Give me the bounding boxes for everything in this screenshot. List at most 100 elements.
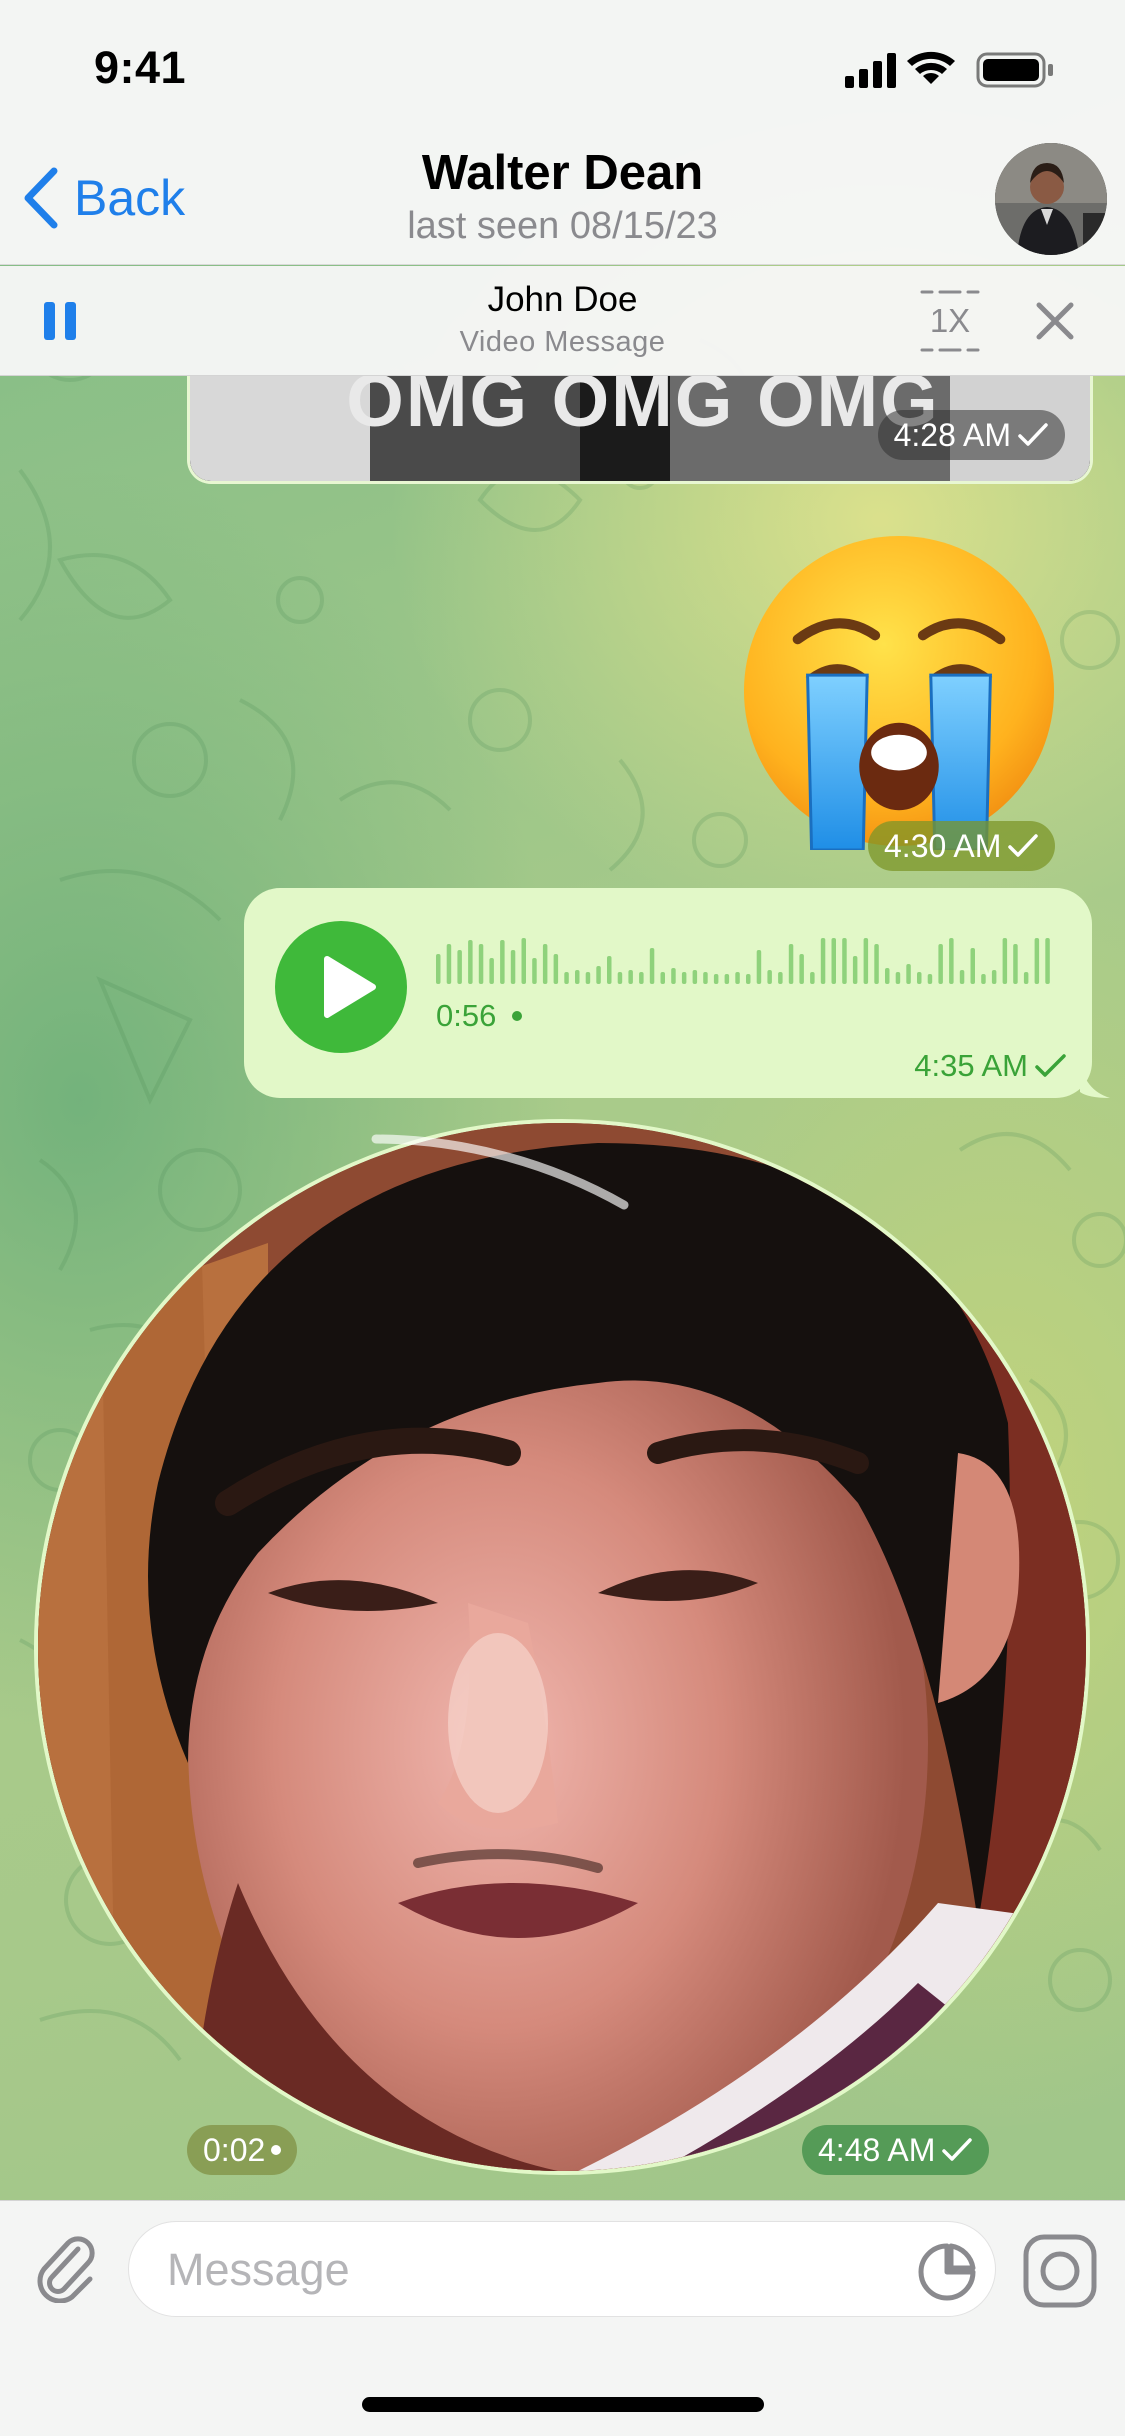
waveform-bar bbox=[981, 974, 986, 984]
signal-icon bbox=[845, 53, 896, 88]
waveform-bar bbox=[649, 948, 655, 984]
waveform-bar bbox=[510, 950, 516, 984]
waveform-bar bbox=[542, 944, 548, 984]
waveform-bar bbox=[959, 970, 965, 984]
waveform-bar bbox=[863, 938, 869, 984]
waveform-bar bbox=[585, 972, 591, 984]
waveform-bar bbox=[799, 954, 804, 984]
waveform-bar bbox=[788, 944, 794, 984]
waveform-bar bbox=[917, 972, 922, 984]
waveform-bar bbox=[735, 972, 740, 984]
waveform-bar bbox=[564, 972, 569, 984]
message-time: 4:28 AM bbox=[877, 410, 1065, 460]
contact-avatar[interactable] bbox=[995, 143, 1107, 255]
waveform-bar bbox=[457, 950, 462, 984]
duration-label: 0:56 bbox=[436, 998, 497, 1033]
time-label: 4:48 AM bbox=[818, 2131, 936, 2168]
waveform-bar bbox=[991, 970, 997, 984]
avatar-photo bbox=[995, 143, 1107, 255]
check-icon bbox=[1008, 834, 1039, 857]
waveform-bar bbox=[1013, 944, 1018, 984]
gif-message[interactable]: OMG OMG OMG 4:28 AM bbox=[187, 376, 1093, 484]
home-indicator bbox=[362, 2397, 764, 2412]
video-frame bbox=[38, 1123, 1086, 2171]
waveform-bar bbox=[446, 944, 452, 984]
time-label: 4:28 AM bbox=[893, 416, 1011, 453]
nav-header: 9:41 Back Walter Dean last seen 08/15/23 bbox=[0, 0, 1125, 265]
waveform-bar bbox=[617, 972, 623, 984]
waveform-bar bbox=[607, 956, 612, 984]
waveform-bar bbox=[778, 972, 783, 984]
message-time: 4:35 AM bbox=[914, 1048, 1068, 1084]
waveform-bar bbox=[628, 970, 633, 984]
waveform-bar bbox=[810, 972, 815, 984]
status-icons bbox=[845, 51, 1053, 88]
waveform-bar bbox=[746, 974, 751, 984]
waveform-bar bbox=[842, 938, 847, 984]
unplayed-dot bbox=[512, 1011, 523, 1021]
message-input[interactable] bbox=[167, 2240, 907, 2300]
check-icon bbox=[942, 2138, 973, 2161]
battery-icon bbox=[976, 52, 1053, 88]
waveform-bar bbox=[681, 972, 687, 984]
chat-subtitle: last seen 08/15/23 bbox=[407, 205, 718, 247]
voice-message[interactable]: 0:56 4:35 AM bbox=[244, 888, 1092, 1098]
waveform-bar bbox=[938, 944, 943, 984]
close-icon[interactable] bbox=[1030, 296, 1080, 346]
waveform-bar bbox=[660, 972, 665, 984]
waveform-bar bbox=[1023, 972, 1029, 984]
message-field[interactable] bbox=[128, 2221, 996, 2317]
waveform-bar bbox=[724, 974, 730, 984]
waveform-bar bbox=[852, 956, 858, 984]
waveform-bar bbox=[532, 958, 537, 984]
playback-speed-button[interactable]: 1X bbox=[918, 288, 982, 354]
waveform-bar bbox=[1045, 938, 1050, 984]
time-label: 4:35 AM bbox=[914, 1048, 1028, 1083]
status-bar: 9:41 bbox=[0, 0, 1125, 140]
play-button[interactable] bbox=[275, 921, 407, 1053]
waveform-bar bbox=[468, 940, 473, 984]
waveform-bar bbox=[478, 944, 484, 984]
voice-waveform[interactable] bbox=[436, 932, 1056, 988]
check-icon bbox=[1035, 1054, 1066, 1077]
sticker-icon[interactable] bbox=[915, 2240, 979, 2304]
chat-title[interactable]: Walter Dean bbox=[0, 145, 1125, 201]
speed-label: 1X bbox=[929, 302, 971, 339]
waveform-bar bbox=[596, 966, 601, 984]
waveform-bar bbox=[820, 938, 826, 984]
waveform-bar bbox=[553, 954, 559, 984]
message-time: 4:30 AM bbox=[868, 821, 1056, 871]
video-elapsed: 0:02 bbox=[187, 2125, 298, 2175]
waveform-bar bbox=[970, 948, 975, 984]
play-icon bbox=[324, 956, 376, 1018]
crying-face-sticker[interactable] bbox=[740, 532, 1058, 850]
waveform-bar bbox=[1034, 938, 1040, 984]
waveform-bar bbox=[639, 972, 644, 984]
waveform-bar bbox=[436, 954, 441, 984]
waveform-bar bbox=[756, 950, 762, 984]
waveform-bar bbox=[489, 958, 494, 984]
waveform-bar bbox=[906, 964, 911, 984]
waveform-bar bbox=[831, 938, 836, 984]
waveform-bar bbox=[692, 970, 698, 984]
video-message[interactable] bbox=[34, 1119, 1090, 2175]
waveform-bar bbox=[885, 968, 890, 984]
status-time: 9:41 bbox=[94, 42, 187, 93]
waveform-bar bbox=[949, 938, 954, 984]
waveform-bar bbox=[575, 970, 580, 984]
waveform-bar bbox=[713, 974, 719, 984]
waveform-bar bbox=[767, 970, 772, 984]
paperclip-icon[interactable] bbox=[30, 2231, 102, 2303]
waveform-bar bbox=[927, 974, 933, 984]
waveform-bar bbox=[1002, 938, 1008, 984]
voice-duration: 0:56 bbox=[436, 998, 523, 1034]
video-note-camera-icon[interactable] bbox=[1022, 2233, 1098, 2309]
waveform-bar bbox=[874, 944, 879, 984]
time-label: 4:30 AM bbox=[884, 827, 1002, 864]
waveform-bar bbox=[703, 972, 708, 984]
waveform-bar bbox=[671, 968, 676, 984]
elapsed-label: 0:02 bbox=[203, 2131, 266, 2168]
media-player-bar[interactable]: John Doe Video Message 1X bbox=[0, 266, 1125, 376]
check-icon bbox=[1018, 423, 1048, 446]
message-time: 4:48 AM bbox=[802, 2125, 990, 2175]
